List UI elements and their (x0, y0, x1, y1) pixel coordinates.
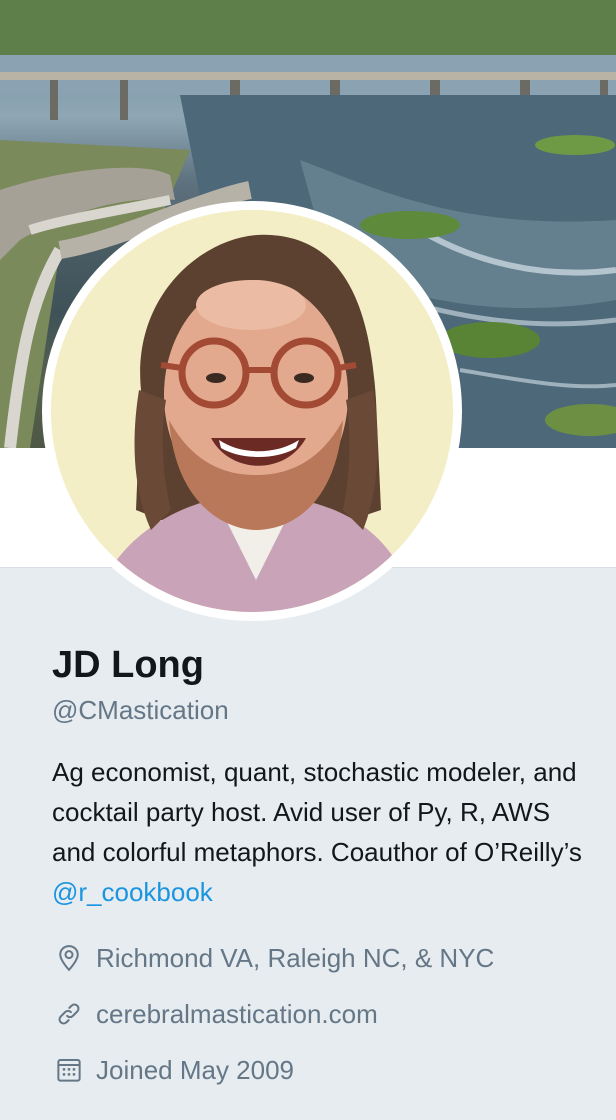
location-row: Richmond VA, Raleigh NC, & NYC (52, 930, 592, 986)
profile-meta: Richmond VA, Raleigh NC, & NYC cerebralm… (52, 930, 592, 1098)
joined-date: Joined May 2009 (96, 1054, 295, 1085)
avatar-illustration (51, 210, 453, 612)
location-pin-icon (52, 941, 86, 975)
link-icon (52, 997, 86, 1031)
profile-bio: Ag economist, quant, stochastic modeler,… (52, 752, 592, 912)
profile-handle[interactable]: @CMastication (52, 690, 592, 730)
calendar-icon (52, 1053, 86, 1087)
website-row: cerebralmastication.com (52, 986, 592, 1042)
joined-row: Joined May 2009 (52, 1042, 592, 1098)
avatar-photo (51, 210, 453, 612)
profile-info: JD Long @CMastication Ag economist, quan… (52, 640, 592, 1098)
location-text: Richmond VA, Raleigh NC, & NYC (96, 942, 495, 973)
profile-avatar[interactable] (42, 201, 462, 621)
bio-mention-link[interactable]: @r_cookbook (52, 877, 213, 907)
website-link[interactable]: cerebralmastication.com (96, 999, 378, 1030)
profile-name: JD Long (52, 644, 204, 686)
bio-text: Ag economist, quant, stochastic modeler,… (52, 757, 582, 867)
